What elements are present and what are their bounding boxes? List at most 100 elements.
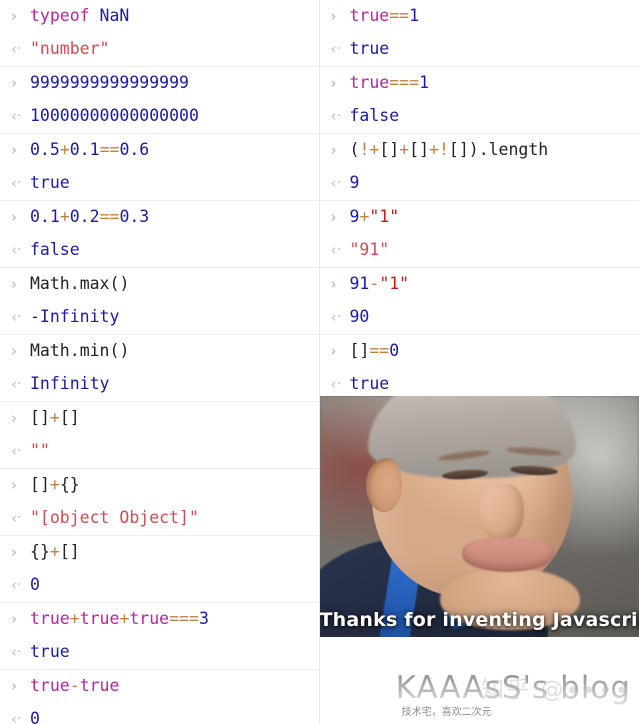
chevron-right-icon: › (330, 7, 337, 25)
console-output-row: ‹ 90 (319, 301, 639, 334)
console-input-expression: 9999999999999999 (30, 73, 189, 93)
chevron-left-icon: ‹ (8, 511, 30, 526)
console-entry: › []+[] ‹ "" (0, 402, 319, 469)
chevron-right-icon: › (11, 141, 17, 159)
chevron-right-icon: › (330, 141, 337, 159)
console-output-row: ‹ 0 (0, 569, 319, 602)
console-output-row: ‹ true (0, 167, 319, 200)
console-input-row[interactable]: › 9999999999999999 (0, 67, 319, 100)
console-input-row[interactable]: › typeof NaN (0, 0, 319, 33)
console-input-expression: Math.max() (30, 274, 130, 294)
photo-nose (479, 484, 524, 542)
console-input-row[interactable]: › 9+"1" (319, 201, 639, 234)
chevron-left-icon: ‹ (8, 578, 30, 593)
console-input-row[interactable]: › (!+[]+[]+![]).length (319, 134, 639, 167)
photo-ear (365, 458, 402, 512)
console-input-expression: Math.min() (30, 341, 130, 361)
chevron-right-icon: › (11, 610, 17, 628)
meme-caption: Thanks for inventing Javascript (319, 609, 639, 631)
chevron-right-icon: › (11, 74, 17, 92)
photo-mouth (461, 538, 554, 572)
console-output-row: ‹ 0 (0, 703, 319, 724)
console-output-row: ‹ 10000000000000000 (0, 100, 319, 133)
console-input-row[interactable]: › Math.max() (0, 268, 319, 301)
console-input-expression: (!+[]+[]+![]).length (349, 140, 549, 160)
console-input-row[interactable]: › 91-"1" (319, 268, 639, 301)
console-input-row[interactable]: › Math.min() (0, 335, 319, 368)
console-entry: › 0.1+0.2==0.3 ‹ false (0, 201, 319, 268)
console-input-expression: {}+[] (30, 542, 80, 562)
console-input-expression: true===1 (349, 73, 430, 93)
console-input-expression: true+true+true===3 (30, 609, 209, 629)
console-output-value: 0 (30, 709, 40, 724)
console-output-value: 9 (349, 173, 360, 193)
meme-photo: Thanks for inventing Javascript (319, 396, 639, 637)
console-entry: › true==1 ‹ true (319, 0, 639, 67)
console-output-row: ‹ false (0, 234, 319, 267)
console-log-list-left: › typeof NaN ‹ "number" › 9999999999999999 ‹ 10… (0, 0, 319, 724)
console-input-row[interactable]: › true==1 (319, 0, 639, 33)
console-entry: › 0.5+0.1==0.6 ‹ true (0, 134, 319, 201)
chevron-left-icon: ‹ (8, 42, 30, 57)
console-output-value: "number" (30, 39, 110, 59)
chevron-left-icon: ‹ (8, 310, 30, 325)
console-entry: › 9+"1" ‹ "91" (319, 201, 639, 268)
chevron-left-icon: ‹ (8, 444, 30, 459)
console-entry: › Math.min() ‹ Infinity (0, 335, 319, 402)
console-input-row[interactable]: › 0.5+0.1==0.6 (0, 134, 319, 167)
console-log-list-right: › true==1 ‹ true › true===1 ‹ false › (!+[]+[]+![… (319, 0, 639, 402)
console-output-value: 90 (349, 307, 370, 327)
console-input-expression: []+[] (30, 408, 80, 428)
console-output-value: true (349, 374, 390, 394)
console-output-value: Infinity (30, 374, 110, 394)
chevron-left-icon: ‹ (328, 42, 350, 57)
chevron-left-icon: ‹ (8, 243, 30, 258)
console-input-expression: []==0 (349, 341, 400, 361)
console-output-value: true (30, 642, 70, 662)
console-input-expression: 0.1+0.2==0.3 (30, 207, 150, 227)
console-entry: › 9999999999999999 ‹ 10000000000000000 (0, 67, 319, 134)
chevron-right-icon: › (330, 342, 337, 360)
console-input-expression: 9+"1" (349, 207, 400, 227)
console-entry: › Math.max() ‹ -Infinity (0, 268, 319, 335)
console-entry: › {}+[] ‹ 0 (0, 536, 319, 603)
chevron-left-icon: ‹ (8, 109, 30, 124)
console-input-row[interactable]: › {}+[] (0, 536, 319, 569)
chevron-right-icon: › (330, 208, 337, 226)
chevron-left-icon: ‹ (328, 176, 350, 191)
chevron-right-icon: › (11, 476, 17, 494)
console-output-row: ‹ Infinity (0, 368, 319, 401)
console-input-row[interactable]: › []+{} (0, 469, 319, 502)
console-output-row: ‹ "number" (0, 33, 319, 66)
chevron-left-icon: ‹ (8, 377, 30, 392)
console-output-value: 0 (30, 575, 40, 595)
chevron-right-icon: › (11, 342, 17, 360)
photo-hair (367, 396, 576, 478)
console-output-value: "91" (349, 240, 390, 260)
chevron-right-icon: › (11, 208, 17, 226)
console-output-row: ‹ -Infinity (0, 301, 319, 334)
chevron-left-icon: ‹ (8, 712, 30, 724)
chevron-right-icon: › (11, 409, 17, 427)
console-screenshot: › typeof NaN ‹ "number" › 9999999999999999 ‹ 10… (0, 0, 639, 724)
console-input-row[interactable]: › true+true+true===3 (0, 603, 319, 636)
console-input-row[interactable]: › 0.1+0.2==0.3 (0, 201, 319, 234)
console-input-expression: true==1 (349, 6, 420, 26)
console-input-expression: 91-"1" (349, 274, 410, 294)
console-output-value: "" (30, 441, 50, 461)
console-input-expression: true-true (30, 676, 120, 696)
console-entry: › typeof NaN ‹ "number" (0, 0, 319, 67)
chevron-right-icon: › (330, 74, 337, 92)
console-entry: › true-true ‹ 0 (0, 670, 319, 724)
console-input-expression: typeof NaN (30, 6, 130, 26)
console-output-row: ‹ "" (0, 435, 319, 468)
console-output-row: ‹ true (319, 33, 639, 66)
console-output-value: "[object Object]" (30, 508, 199, 528)
chevron-left-icon: ‹ (328, 377, 350, 392)
console-input-row[interactable]: › true-true (0, 670, 319, 703)
console-input-row[interactable]: › true===1 (319, 67, 639, 100)
chevron-left-icon: ‹ (8, 176, 30, 191)
console-input-row[interactable]: › []+[] (0, 402, 319, 435)
chevron-right-icon: › (11, 543, 17, 561)
console-input-row[interactable]: › []==0 (319, 335, 639, 368)
